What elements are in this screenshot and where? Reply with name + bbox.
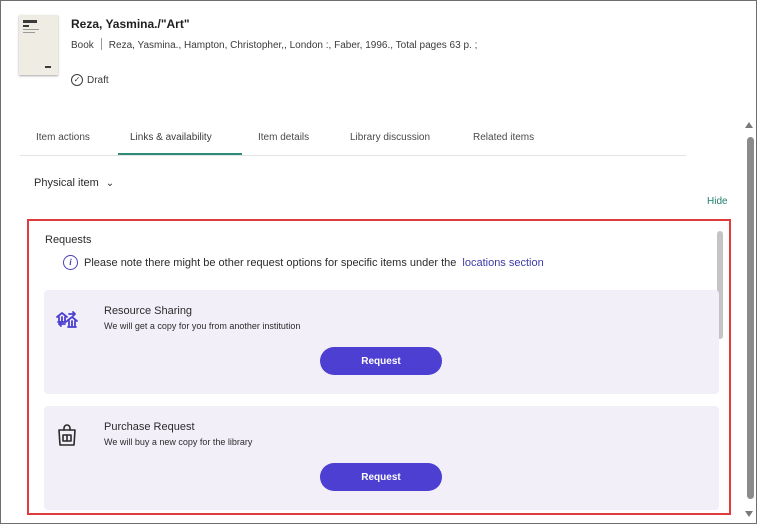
tab-related-items[interactable]: Related items <box>473 132 534 143</box>
resource-sharing-request-button[interactable]: Request <box>320 347 442 375</box>
requests-panel: Requests i Please note there might be ot… <box>27 219 731 515</box>
tab-item-details[interactable]: Item details <box>258 132 309 143</box>
tab-item-actions[interactable]: Item actions <box>36 132 90 143</box>
record-details: Reza, Yasmina., Hampton, Christopher,, L… <box>108 40 478 51</box>
scroll-down-arrow-icon[interactable] <box>745 511 753 517</box>
tab-links-availability[interactable]: Links & availability <box>130 132 212 143</box>
note-text: Please note there might be other request… <box>84 256 457 269</box>
purchase-request-button[interactable]: Request <box>320 463 442 491</box>
chevron-down-icon: ⌄ <box>105 178 115 189</box>
resource-sharing-title: Resource Sharing <box>104 305 193 317</box>
hide-link[interactable]: Hide <box>707 196 728 207</box>
purchase-request-title: Purchase Request <box>104 421 195 433</box>
resource-sharing-subtitle: We will get a copy for you from another … <box>104 321 301 331</box>
physical-item-dropdown[interactable]: Physical item ⌄ <box>34 177 114 189</box>
info-icon: i <box>63 255 78 270</box>
record-title: Reza, Yasmina./"Art" <box>71 17 190 31</box>
status-label: Draft <box>87 74 109 86</box>
resource-sharing-icon <box>56 311 78 328</box>
status-badge: ✓ Draft <box>71 74 109 86</box>
record-type: Book <box>71 40 94 51</box>
tab-library-discussion[interactable]: Library discussion <box>350 132 430 143</box>
active-tab-indicator <box>118 153 242 155</box>
draft-check-icon: ✓ <box>71 74 83 86</box>
purchase-request-card: Purchase Request We will buy a new copy … <box>44 406 719 510</box>
record-meta: Book Reza, Yasmina., Hampton, Christopher… <box>71 38 477 51</box>
scroll-up-arrow-icon[interactable] <box>745 122 753 128</box>
book-cover-thumbnail[interactable] <box>19 15 58 75</box>
tab-bar: Item actions Links & availability Item d… <box>20 123 686 156</box>
meta-divider <box>100 38 102 50</box>
purchase-request-subtitle: We will buy a new copy for the library <box>104 437 253 447</box>
resource-sharing-card: Resource Sharing We will get a copy for … <box>44 290 719 394</box>
locations-section-link[interactable]: locations section <box>462 257 543 269</box>
requests-note: i Please note there might be other reque… <box>63 255 544 270</box>
requests-heading: Requests <box>45 234 92 246</box>
physical-item-label: Physical item <box>34 177 99 189</box>
page-scrollbar-thumb[interactable] <box>747 137 754 499</box>
purchase-bag-icon <box>58 424 76 446</box>
